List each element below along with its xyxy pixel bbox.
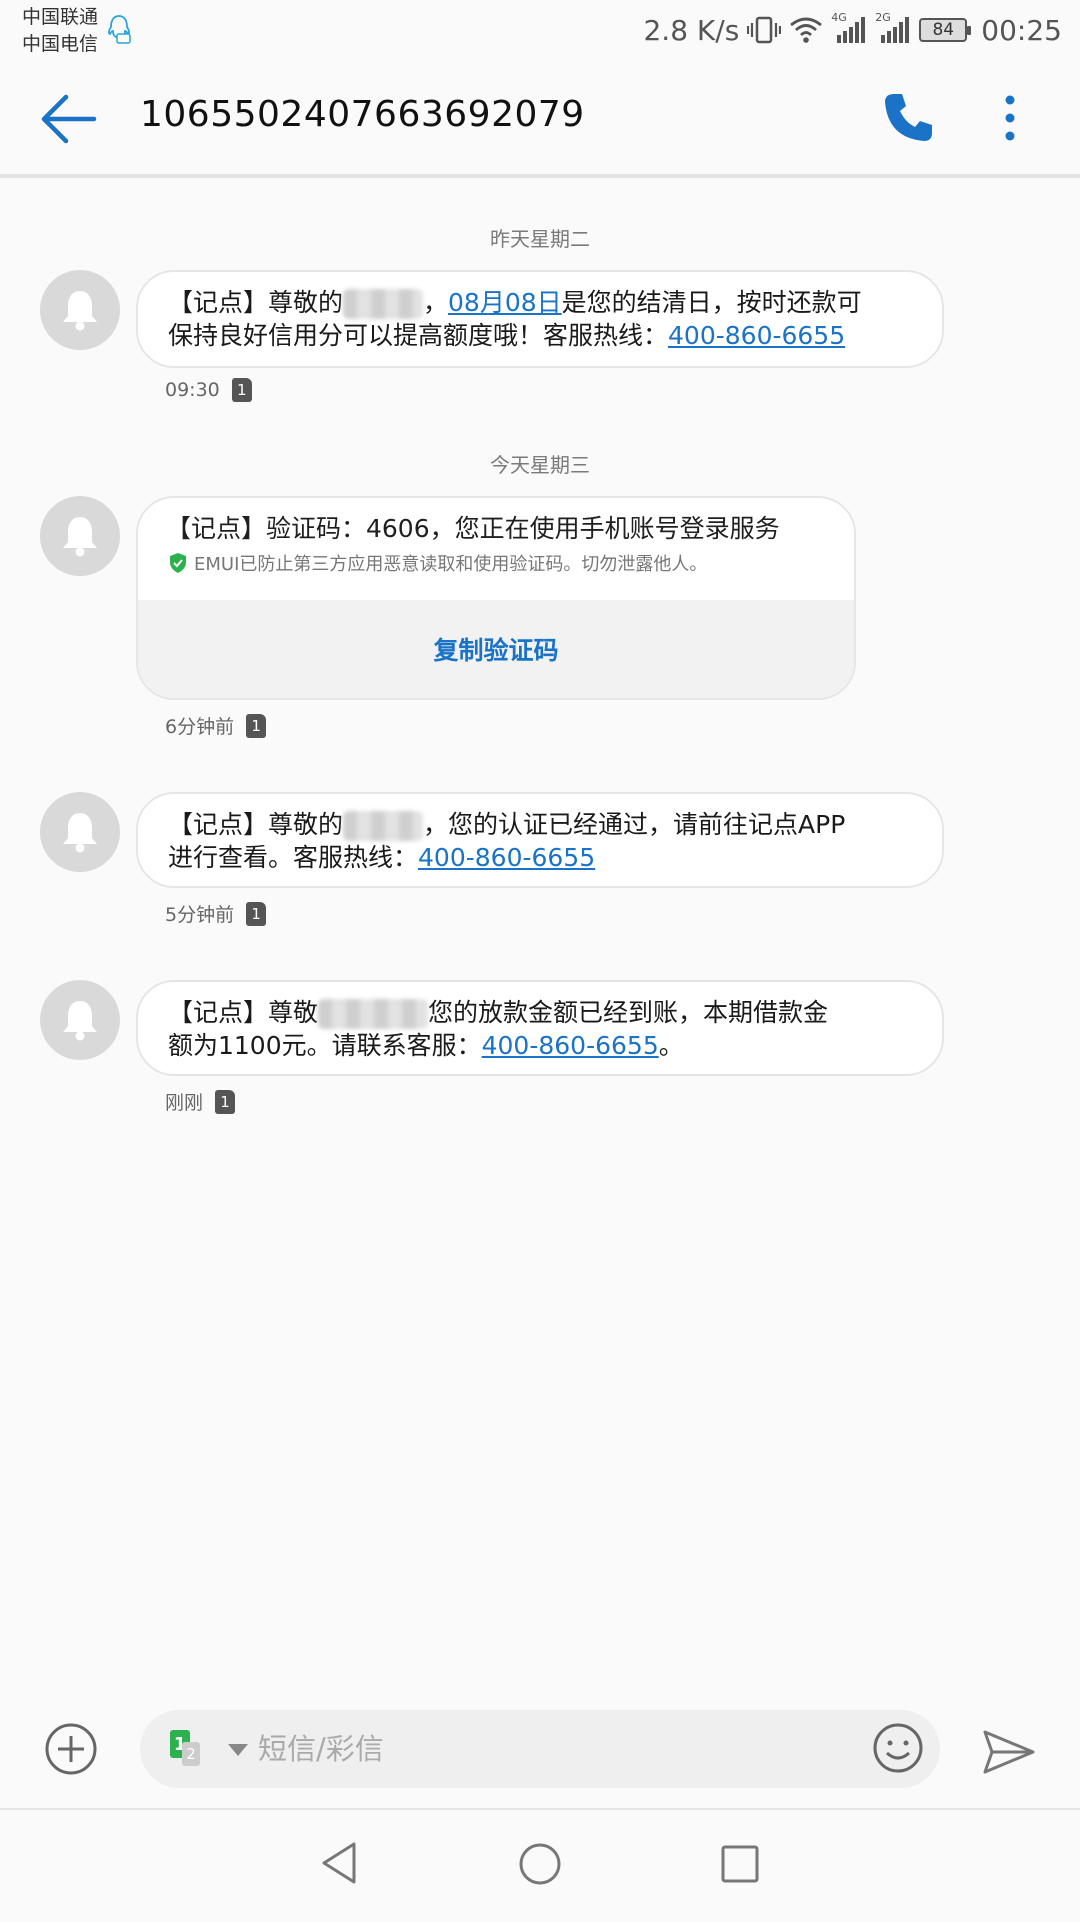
security-note: EMUI已防止第三方应用恶意读取和使用验证码。切勿泄露他人。 <box>168 550 707 576</box>
bell-icon <box>63 291 97 331</box>
navigation-bar <box>0 1808 1080 1922</box>
message-bubble[interactable]: 【记点】尊敬 您的放款金额已经到账，本期借款金 额为1100元。请联系客服：400… <box>136 980 944 1076</box>
message-input[interactable]: 短信/彩信 <box>258 1724 384 1774</box>
bell-icon <box>63 813 97 853</box>
sim-2-badge: 2 <box>182 1742 200 1766</box>
sim-card-icon: 1 <box>246 713 267 738</box>
message-text: 您的放款金额已经到账，本期借款金 <box>428 998 829 1027</box>
phone-call-icon[interactable] <box>880 90 936 146</box>
message-meta: 刚刚 1 <box>165 1088 236 1115</box>
sim-card-icon: 1 <box>231 378 252 402</box>
network-type-2: 2G <box>875 11 891 24</box>
add-attachment-icon[interactable] <box>44 1722 98 1776</box>
message-input-pill: 1 2 短信/彩信 <box>140 1710 940 1788</box>
message-text: ， <box>423 288 449 317</box>
send-icon[interactable] <box>982 1728 1036 1776</box>
back-arrow-icon[interactable] <box>36 88 102 150</box>
message-text: 【记点】尊敬的 <box>168 288 344 317</box>
message-text: 【记点】验证码：4606，您正在使用手机账号登录服务 <box>166 514 780 543</box>
message-text: 进行查看。客服热线： <box>168 843 419 872</box>
message-text: 额为1100元。请联系客服： <box>168 1031 482 1060</box>
vibrate-icon <box>747 16 782 44</box>
redacted-name <box>343 811 424 841</box>
date-separator: 今天星期三 <box>490 453 590 477</box>
sender-avatar <box>40 792 120 872</box>
wifi-icon <box>790 17 823 43</box>
security-note-text: EMUI已防止第三方应用恶意读取和使用验证码。切勿泄露他人。 <box>194 554 708 575</box>
sim-dropdown-icon[interactable] <box>228 1744 248 1756</box>
phone-link[interactable]: 400-860-6655 <box>482 1031 659 1060</box>
message-time: 09:30 <box>165 379 220 401</box>
clock: 00:25 <box>981 13 1062 47</box>
phone-link[interactable]: 400-860-6655 <box>418 843 595 872</box>
battery-icon: 84 <box>919 18 972 42</box>
carrier-1: 中国联通 <box>22 6 99 28</box>
nav-home-icon[interactable] <box>518 1842 562 1886</box>
bell-icon <box>63 1001 97 1041</box>
sim-number: 1 <box>220 1092 230 1111</box>
sim-number: 1 <box>236 381 247 399</box>
message-time: 刚刚 <box>165 1092 204 1114</box>
shield-check-icon <box>170 553 186 573</box>
network-type-1: 4G <box>831 11 847 24</box>
nav-recents-icon[interactable] <box>720 1844 760 1884</box>
redacted-name <box>318 999 429 1029</box>
battery-level: 84 <box>932 20 955 40</box>
carrier-2: 中国电信 <box>22 33 99 55</box>
signal-1: 4G <box>831 11 867 45</box>
message-text: 保持良好信用分可以提高额度哦！客服热线： <box>168 321 669 350</box>
sim-card-icon: 1 <box>246 901 267 926</box>
sender-avatar <box>40 496 120 576</box>
redacted-name <box>343 289 424 319</box>
app-bar: 1065502407663692079 <box>0 60 1080 178</box>
message-meta: 6分钟前 1 <box>165 712 267 739</box>
message-bubble[interactable]: 【记点】尊敬的 ，您的认证已经通过，请前往记点APP 进行查看。客服热线：400-… <box>136 792 944 888</box>
network-speed: 2.8 K/s <box>643 13 740 47</box>
nav-back-icon[interactable] <box>320 1840 360 1886</box>
message-bubble[interactable]: 【记点】尊敬的 ，08月08日是您的结清日，按时还款可 保持良好信用分可以提高额度… <box>136 270 944 368</box>
sender-avatar <box>40 980 120 1060</box>
bell-icon <box>63 517 97 557</box>
verification-code-bubble[interactable]: 【记点】验证码：4606，您正在使用手机账号登录服务 EMUI已防止第三方应用恶… <box>136 496 856 700</box>
qq-notification-icon <box>108 15 131 44</box>
message-time: 6分钟前 <box>165 716 235 738</box>
message-meta: 09:30 1 <box>165 378 252 402</box>
sim-number: 1 <box>251 904 261 923</box>
date-link[interactable]: 08月08日 <box>448 288 562 317</box>
message-text: 。 <box>658 1031 684 1060</box>
more-options-icon[interactable] <box>990 90 1030 146</box>
sim-card-icon: 1 <box>215 1089 236 1114</box>
emoji-icon[interactable] <box>872 1722 924 1774</box>
copy-code-button[interactable]: 复制验证码 <box>138 600 854 698</box>
message-meta: 5分钟前 1 <box>165 900 267 927</box>
date-separator: 昨天星期二 <box>490 227 590 251</box>
carrier-info: 中国联通 中国电信 <box>22 4 98 58</box>
message-time: 5分钟前 <box>165 904 235 926</box>
phone-link[interactable]: 400-860-6655 <box>668 321 845 350</box>
sim-number: 1 <box>251 716 261 735</box>
signal-2: 2G <box>875 11 911 45</box>
message-text: 是您的结清日，按时还款可 <box>561 288 862 317</box>
status-right: 2.8 K/s 4G 2G 84 00:25 <box>643 6 1062 54</box>
status-bar: 中国联通 中国电信 2.8 K/s 4G 2G 84 00:25 <box>0 0 1080 60</box>
sim-switch-icon[interactable]: 1 2 <box>170 1730 202 1768</box>
composer-bar: 1 2 短信/彩信 <box>0 1700 1080 1810</box>
sender-avatar <box>40 270 120 350</box>
message-text: ，您的认证已经通过，请前往记点APP <box>423 810 846 839</box>
message-text: 【记点】尊敬 <box>168 998 319 1027</box>
message-text: 【记点】尊敬的 <box>168 810 344 839</box>
conversation-title: 1065502407663692079 <box>140 94 585 135</box>
